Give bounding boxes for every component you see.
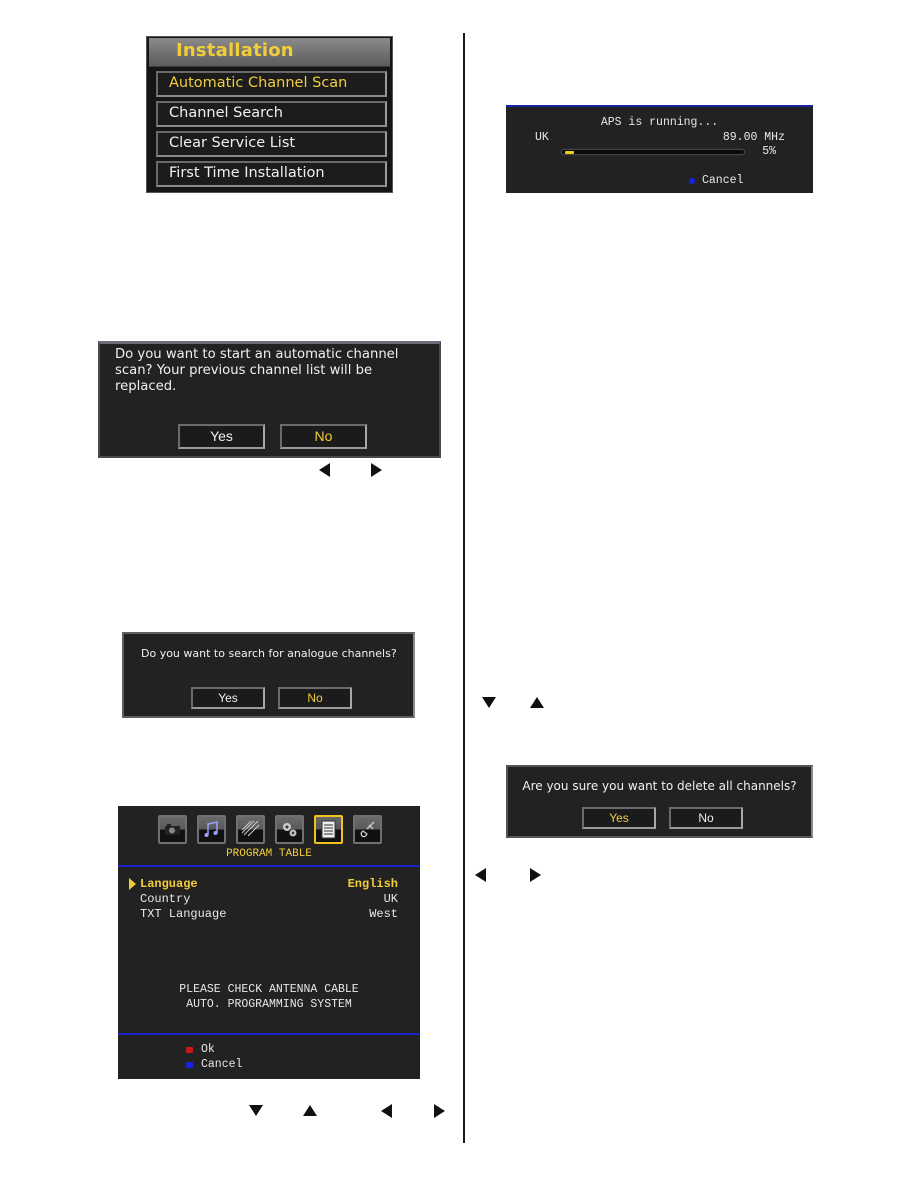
column-divider: [463, 33, 465, 1143]
music-icon[interactable]: [197, 815, 226, 844]
yes-button[interactable]: Yes: [582, 807, 656, 829]
setting-row-country[interactable]: Country UK: [140, 892, 398, 907]
left-arrow-icon: [381, 1104, 392, 1118]
aps-frequency: 89.00 MHz: [722, 131, 785, 144]
cancel-key-label: Cancel: [201, 1058, 243, 1071]
setting-value: UK: [383, 892, 398, 906]
setting-value: West: [369, 907, 398, 921]
installation-menu: Installation Automatic Channel Scan Chan…: [146, 36, 393, 193]
header-separator: [118, 865, 420, 867]
no-button[interactable]: No: [278, 687, 352, 709]
aps-cancel-label: Cancel: [702, 174, 744, 187]
setting-value: English: [347, 877, 398, 891]
blue-key-icon: [689, 178, 695, 184]
selection-pointer-icon: [129, 878, 136, 890]
delete-channels-dialog-message: Are you sure you want to delete all chan…: [522, 779, 797, 793]
setting-label: Language: [140, 877, 198, 891]
program-table-title: PROGRAM TABLE: [226, 848, 312, 860]
menu-item-label: Automatic Channel Scan: [169, 75, 348, 91]
menu-item-channel-search[interactable]: Channel Search: [156, 101, 387, 127]
blue-key-icon: [186, 1062, 193, 1068]
ok-key-label: Ok: [201, 1043, 215, 1056]
menu-icon-bar: [158, 815, 384, 847]
auto-scan-dialog: Do you want to start an automatic channe…: [98, 341, 441, 458]
no-button[interactable]: No: [280, 424, 367, 449]
camera-icon[interactable]: [158, 815, 187, 844]
down-arrow-icon: [249, 1105, 263, 1116]
menu-item-label: Channel Search: [169, 105, 283, 121]
installation-menu-title-text: Installation: [176, 40, 294, 61]
streaks-icon[interactable]: [236, 815, 265, 844]
menu-item-label: Clear Service List: [169, 135, 296, 151]
aps-status: APS is running...: [600, 116, 719, 129]
no-button[interactable]: No: [669, 807, 743, 829]
yes-button[interactable]: Yes: [178, 424, 265, 449]
aps-progress-panel: APS is running... UK 89.00 MHz 5% Cancel: [506, 105, 813, 193]
setting-row-txt-language[interactable]: TXT Language West: [140, 907, 398, 922]
left-arrow-icon: [475, 868, 486, 882]
menu-item-label: First Time Installation: [169, 165, 325, 181]
red-key-icon: [186, 1047, 193, 1053]
right-arrow-icon: [530, 868, 541, 882]
notice-line-2: AUTO. PROGRAMMING SYSTEM: [186, 998, 352, 1011]
analogue-search-dialog: Do you want to search for analogue chann…: [122, 632, 415, 718]
down-arrow-icon: [482, 697, 496, 708]
setting-row-language[interactable]: Language English: [140, 877, 398, 892]
footer-separator: [118, 1033, 420, 1035]
aps-progress-fill: [565, 151, 574, 154]
analogue-search-dialog-message: Do you want to search for analogue chann…: [141, 647, 397, 660]
auto-scan-dialog-message: Do you want to start an automatic channe…: [115, 347, 399, 395]
up-arrow-icon: [530, 697, 544, 708]
ok-key-hint[interactable]: Ok: [186, 1043, 346, 1057]
left-arrow-icon: [319, 463, 330, 477]
installation-menu-title: Installation: [149, 38, 390, 67]
menu-item-automatic-channel-scan[interactable]: Automatic Channel Scan: [156, 71, 387, 97]
gears-icon[interactable]: [275, 815, 304, 844]
yes-button[interactable]: Yes: [191, 687, 265, 709]
up-arrow-icon: [303, 1105, 317, 1116]
satellite-icon[interactable]: [353, 815, 382, 844]
aps-country: UK: [535, 131, 549, 144]
document-icon[interactable]: [314, 815, 343, 844]
program-table-screen: PROGRAM TABLE Language English Country U…: [118, 806, 420, 1079]
menu-item-clear-service-list[interactable]: Clear Service List: [156, 131, 387, 157]
right-arrow-icon: [371, 463, 382, 477]
menu-item-first-time-installation[interactable]: First Time Installation: [156, 161, 387, 187]
aps-progress-bar: [561, 149, 745, 155]
aps-progress-percent: 5%: [762, 145, 776, 158]
notice-line-1: PLEASE CHECK ANTENNA CABLE: [179, 983, 359, 996]
cancel-key-hint[interactable]: Cancel: [186, 1058, 346, 1072]
right-arrow-icon: [434, 1104, 445, 1118]
setting-label: Country: [140, 892, 191, 906]
setting-label: TXT Language: [140, 907, 227, 921]
delete-channels-dialog: Are you sure you want to delete all chan…: [506, 765, 813, 838]
